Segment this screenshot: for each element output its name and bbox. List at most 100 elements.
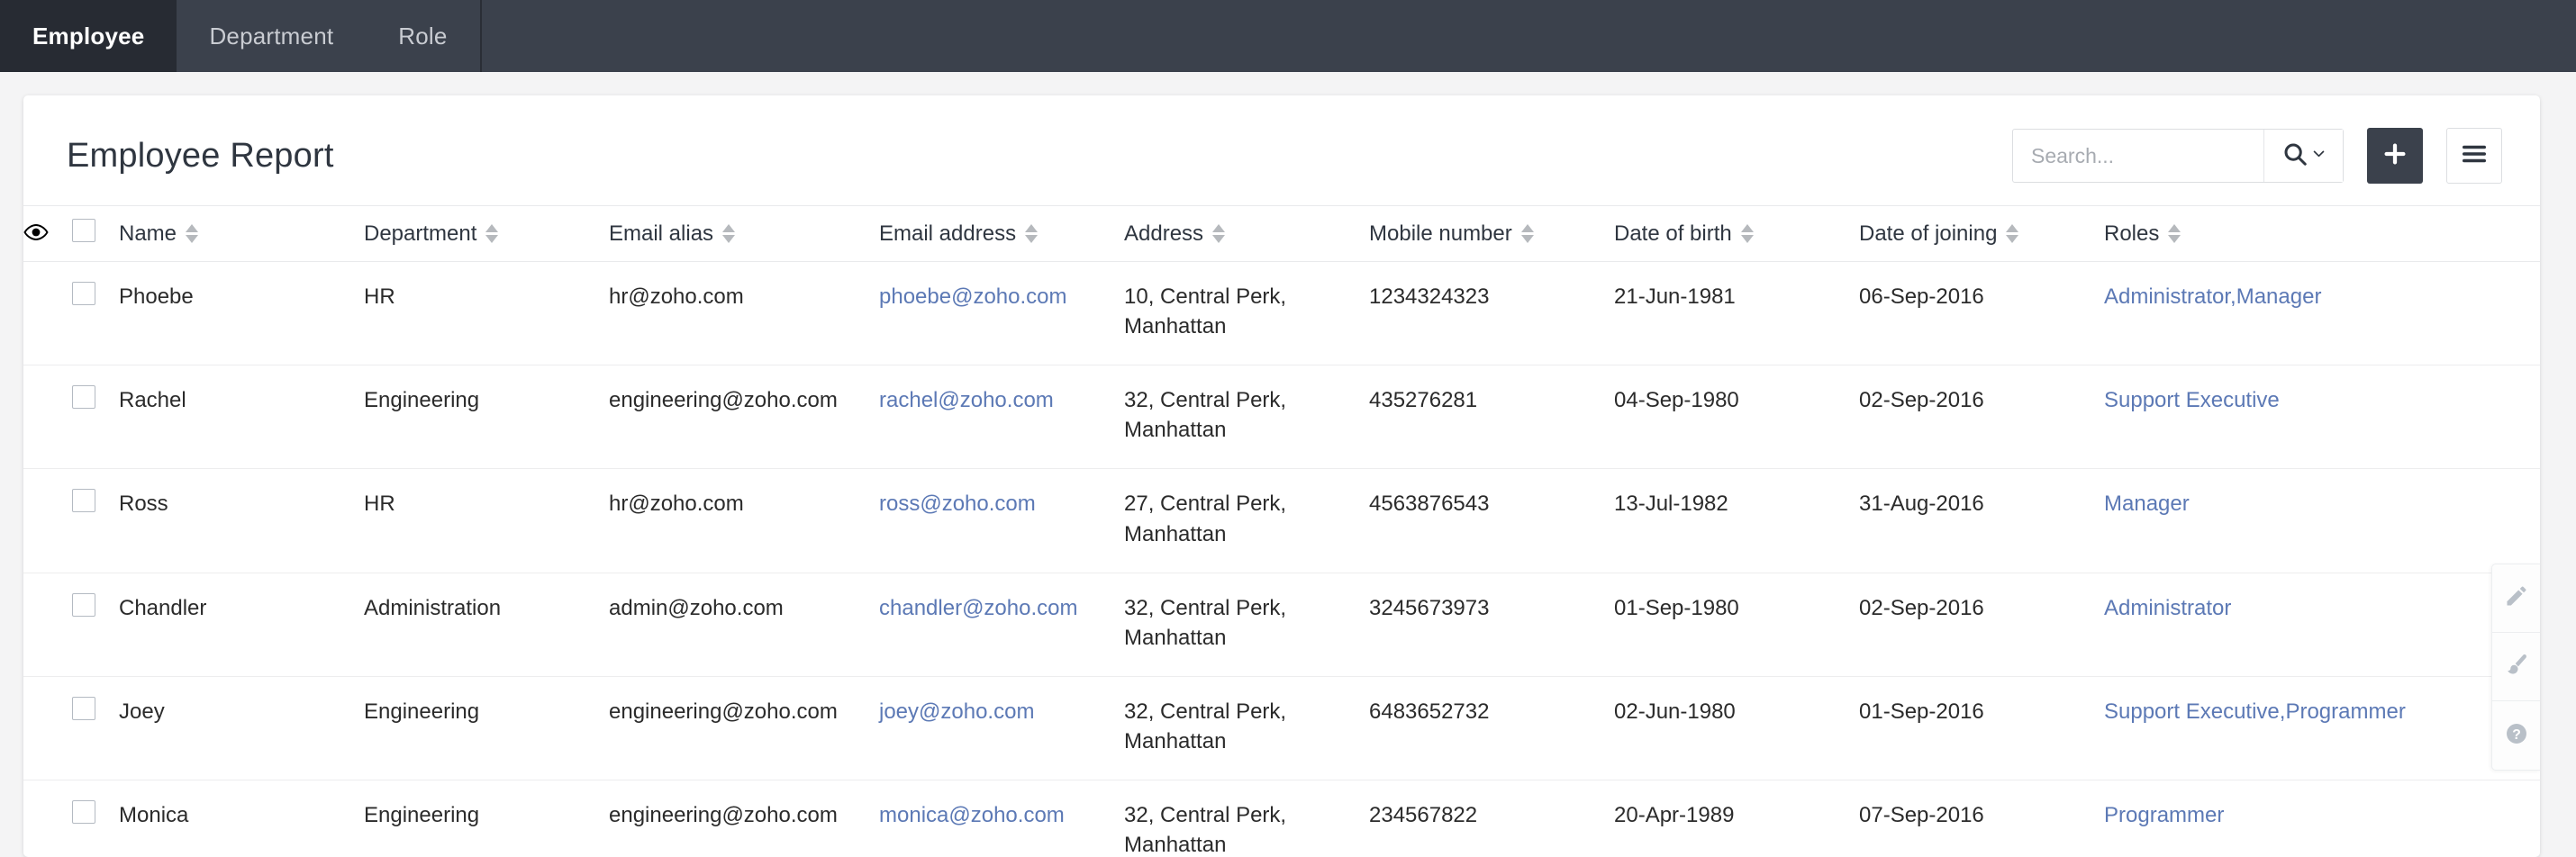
- menu-button[interactable]: [2446, 128, 2502, 184]
- card-header: Employee Report: [23, 95, 2540, 205]
- pencil-edit-icon: [2504, 583, 2529, 613]
- page-title: Employee Report: [67, 136, 334, 175]
- cell-email-address[interactable]: phoebe@zoho.com: [879, 261, 1124, 366]
- help-button[interactable]: ?: [2492, 701, 2540, 770]
- column-header-roles[interactable]: Roles: [2104, 205, 2540, 262]
- row-select-cell[interactable]: [72, 468, 119, 573]
- tab-role[interactable]: Role: [366, 0, 479, 72]
- cell-date-of-joining: 07-Sep-2016: [1859, 780, 2104, 857]
- tab-department[interactable]: Department: [177, 0, 366, 72]
- column-header-date-of-joining[interactable]: Date of joining: [1859, 205, 2104, 262]
- cell-address: 27, Central Perk, Manhattan: [1124, 468, 1369, 573]
- cell-name: Monica: [119, 780, 364, 857]
- email-link[interactable]: chandler@zoho.com: [879, 596, 1077, 620]
- cell-roles[interactable]: Administrator: [2104, 573, 2540, 677]
- theme-button[interactable]: [2492, 633, 2540, 701]
- row-select-cell[interactable]: [72, 365, 119, 470]
- sort-arrows-icon[interactable]: [1212, 224, 1226, 243]
- cell-mobile-number: 234567822: [1369, 780, 1614, 857]
- cell-roles[interactable]: Support Executive,Programmer: [2104, 676, 2540, 781]
- email-link[interactable]: rachel@zoho.com: [879, 388, 1054, 412]
- edit-layout-button[interactable]: [2492, 564, 2540, 633]
- report-card: Employee Report Search... Name Departmen…: [23, 95, 2540, 857]
- table-row[interactable]: Chandler Administration admin@zoho.com chan…: [23, 573, 2540, 677]
- table-row[interactable]: Ross HR hr@zoho.com ross@zoho.com 27, Centra…: [23, 468, 2540, 573]
- row-select-cell[interactable]: [72, 676, 119, 781]
- column-header-address[interactable]: Address: [1124, 205, 1369, 262]
- roles-link[interactable]: Programmer: [2104, 803, 2224, 827]
- sort-arrows-icon[interactable]: [1740, 224, 1754, 243]
- roles-link[interactable]: Support Executive,Programmer: [2104, 699, 2406, 724]
- row-select-cell[interactable]: [72, 573, 119, 677]
- sort-arrows-icon[interactable]: [722, 224, 736, 243]
- email-link[interactable]: monica@zoho.com: [879, 803, 1065, 827]
- row-checkbox[interactable]: [72, 696, 95, 720]
- cell-email-alias: admin@zoho.com: [609, 573, 879, 677]
- table-row[interactable]: Phoebe HR hr@zoho.com phoebe@zoho.com 10, Ce…: [23, 261, 2540, 366]
- row-spacer-cell: [23, 261, 72, 366]
- cell-email-address[interactable]: ross@zoho.com: [879, 468, 1124, 573]
- column-header-email-address[interactable]: Email address: [879, 205, 1124, 262]
- row-checkbox[interactable]: [72, 800, 95, 825]
- table-container: Name Department Email alias Email addres…: [23, 205, 2540, 857]
- table-row[interactable]: Monica Engineering engineering@zoho.com mon…: [23, 780, 2540, 857]
- cell-email-alias: engineering@zoho.com: [609, 365, 879, 470]
- column-header-date-of-birth-label: Date of birth: [1614, 221, 1732, 246]
- cell-roles[interactable]: Manager: [2104, 468, 2540, 573]
- cell-roles[interactable]: Programmer: [2104, 780, 2540, 857]
- cell-department: HR: [364, 261, 609, 366]
- cell-roles[interactable]: Support Executive: [2104, 365, 2540, 470]
- column-header-name-label: Name: [119, 221, 177, 246]
- cell-date-of-joining: 02-Sep-2016: [1859, 573, 2104, 677]
- email-link[interactable]: joey@zoho.com: [879, 699, 1034, 724]
- table-row[interactable]: Joey Engineering engineering@zoho.com joey@…: [23, 676, 2540, 781]
- column-visibility-toggle[interactable]: [23, 205, 72, 262]
- email-link[interactable]: ross@zoho.com: [879, 492, 1036, 516]
- column-header-department[interactable]: Department: [364, 205, 609, 262]
- row-checkbox[interactable]: [72, 489, 95, 513]
- sort-arrows-icon[interactable]: [2168, 224, 2181, 243]
- row-checkbox[interactable]: [72, 282, 95, 305]
- column-header-name[interactable]: Name: [119, 205, 364, 262]
- cell-email-address[interactable]: monica@zoho.com: [879, 780, 1124, 857]
- sort-arrows-icon[interactable]: [2006, 224, 2019, 243]
- sort-arrows-icon[interactable]: [485, 224, 499, 243]
- column-header-email-address-label: Email address: [879, 221, 1017, 246]
- add-record-button[interactable]: [2367, 128, 2423, 184]
- column-header-department-label: Department: [364, 221, 477, 246]
- sort-arrows-icon[interactable]: [1025, 224, 1039, 243]
- table-row[interactable]: Rachel Engineering engineering@zoho.com rac…: [23, 365, 2540, 470]
- cell-email-address[interactable]: chandler@zoho.com: [879, 573, 1124, 677]
- sort-arrows-icon[interactable]: [186, 224, 199, 243]
- tab-employee[interactable]: Employee: [0, 0, 177, 72]
- search-input[interactable]: [2013, 130, 2263, 182]
- cell-email-address[interactable]: joey@zoho.com: [879, 676, 1124, 781]
- plus-icon: [2381, 140, 2408, 172]
- row-checkbox[interactable]: [72, 592, 95, 617]
- row-checkbox[interactable]: [72, 385, 95, 410]
- cell-date-of-joining: 31-Aug-2016: [1859, 468, 2104, 573]
- top-navigation-bar: Employee Department Role: [0, 0, 2576, 72]
- roles-link[interactable]: Administrator,Manager: [2104, 284, 2321, 309]
- row-select-cell[interactable]: [72, 261, 119, 366]
- column-header-date-of-birth[interactable]: Date of birth: [1614, 205, 1859, 262]
- svg-text:?: ?: [2512, 726, 2521, 742]
- row-select-cell[interactable]: [72, 780, 119, 857]
- select-all-column[interactable]: [72, 205, 119, 262]
- cell-department: Engineering: [364, 676, 609, 781]
- email-link[interactable]: phoebe@zoho.com: [879, 284, 1067, 309]
- select-all-checkbox[interactable]: [72, 219, 95, 242]
- column-header-mobile-number[interactable]: Mobile number: [1369, 205, 1614, 262]
- roles-link[interactable]: Administrator: [2104, 596, 2231, 620]
- search-button[interactable]: [2263, 130, 2343, 182]
- cell-email-alias: engineering@zoho.com: [609, 780, 879, 857]
- cell-roles[interactable]: Administrator,Manager: [2104, 261, 2540, 366]
- header-actions: [2012, 128, 2502, 184]
- column-header-email-alias[interactable]: Email alias: [609, 205, 879, 262]
- sort-arrows-icon[interactable]: [1520, 224, 1534, 243]
- cell-email-address[interactable]: rachel@zoho.com: [879, 365, 1124, 470]
- roles-link[interactable]: Support Executive: [2104, 388, 2280, 412]
- roles-link[interactable]: Manager: [2104, 492, 2190, 516]
- cell-mobile-number: 3245673973: [1369, 573, 1614, 677]
- cell-mobile-number: 435276281: [1369, 365, 1614, 470]
